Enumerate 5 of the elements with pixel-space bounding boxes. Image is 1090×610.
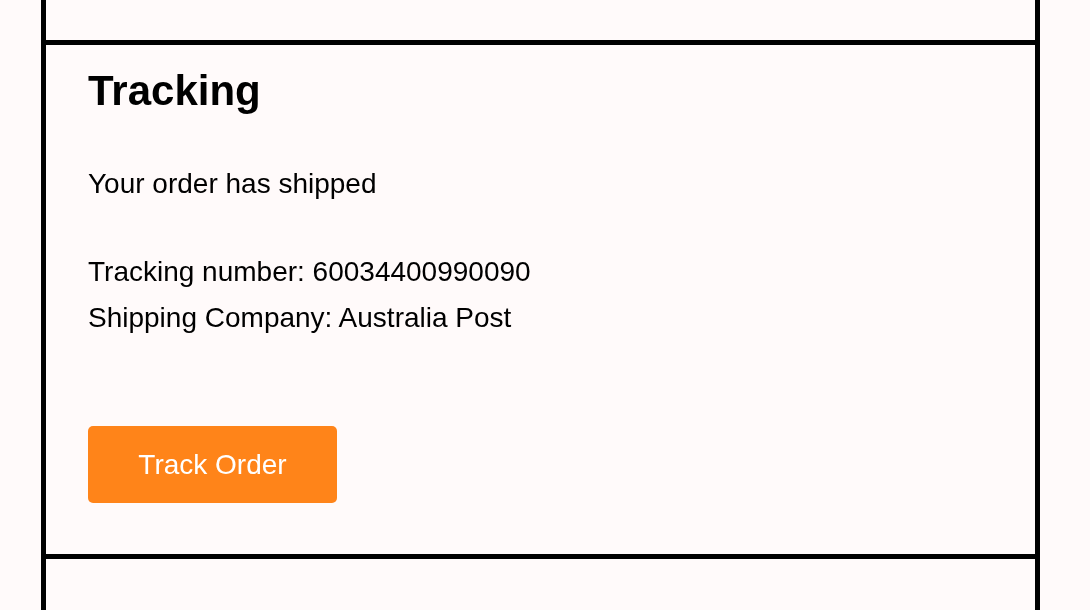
detail-line: Tracking number: 60034400990090 (88, 255, 532, 289)
track-order-button[interactable]: Track Order (88, 426, 337, 503)
section-heading: Tracking (88, 66, 262, 116)
shipping-status: Your order has shipped (88, 167, 378, 201)
detail-line: Shipping Company: Australia Post (88, 301, 513, 335)
